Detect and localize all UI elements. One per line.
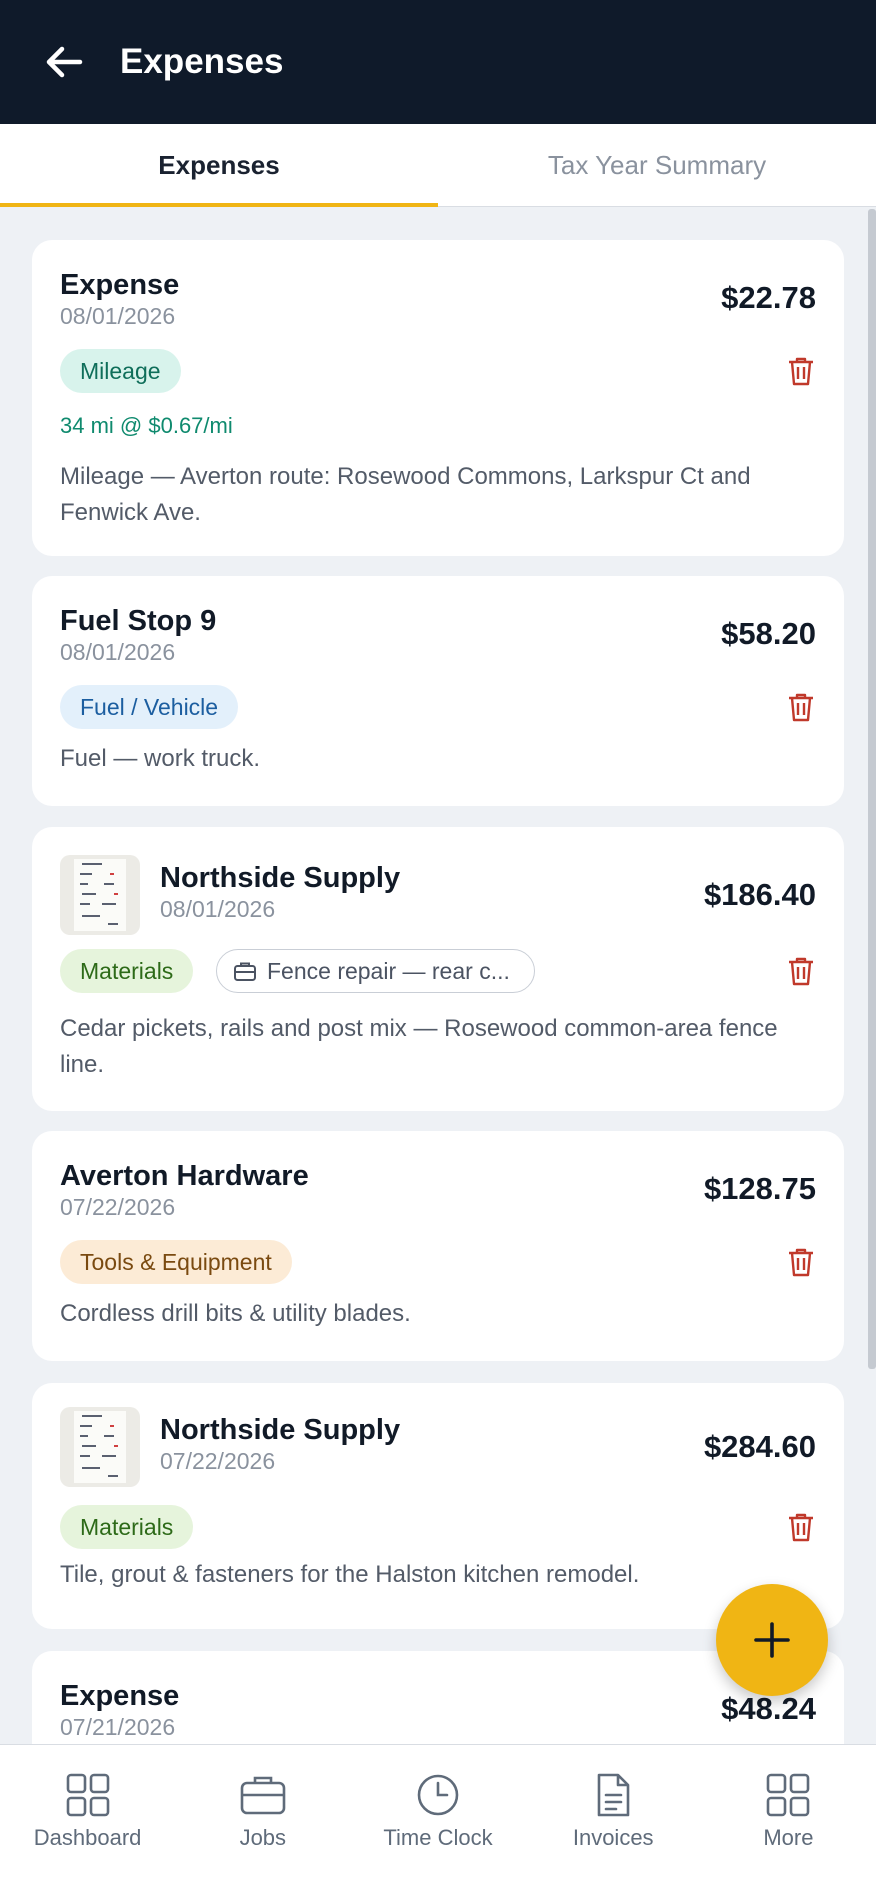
expense-date: 07/21/2026 [60, 1714, 176, 1740]
bottom-navigation: Dashboard Jobs Time Clock Invoices More [0, 1744, 876, 1888]
expense-header: Northside Supply 08/01/2026 [160, 861, 400, 923]
tab-tax-year-summary[interactable]: Tax Year Summary [438, 124, 876, 206]
nav-label: Jobs [239, 1825, 287, 1850]
expense-note: Cordless drill bits & utility blades. [60, 1300, 411, 1327]
expense-date: 07/22/2026 [160, 1448, 276, 1474]
trash-icon[interactable] [786, 691, 816, 723]
expense-header: Northside Supply 07/22/2026 [160, 1413, 400, 1475]
receipt-thumbnail[interactable] [60, 855, 140, 935]
expense-title: Expense [60, 1680, 180, 1712]
nav-label: Invoices [572, 1825, 654, 1850]
category-badge: Materials [60, 949, 194, 993]
expense-amount: $284.60 [703, 1429, 816, 1464]
trash-icon[interactable] [786, 1246, 816, 1278]
expense-title: Expense [60, 269, 180, 301]
expense-header: Fuel Stop 9 08/01/2026 [60, 604, 216, 666]
expense-date: 08/01/2026 [60, 303, 176, 329]
expense-card[interactable]: Northside Supply 07/22/2026 $284.60 Mate… [32, 1383, 844, 1629]
expense-date: 07/22/2026 [60, 1194, 176, 1220]
expense-amount: $186.40 [703, 877, 816, 912]
expense-date: 08/01/2026 [160, 896, 276, 922]
job-link-label: Fence repair — rear c... [267, 957, 510, 984]
category-badge: Fuel / Vehicle [60, 685, 239, 729]
trash-icon[interactable] [786, 355, 816, 387]
receipt-image [74, 859, 126, 931]
nav-label: Time Clock [383, 1825, 493, 1850]
category-badge: Tools & Equipment [60, 1240, 292, 1284]
arrow-left-icon [46, 46, 83, 78]
nav-label: Dashboard [33, 1825, 142, 1850]
clock-icon [417, 1774, 459, 1816]
expense-note: Mileage — Averton route: Rosewood Common… [60, 463, 751, 526]
mileage-detail: 34 mi @ $0.67/mi [60, 413, 233, 438]
job-link-chip[interactable]: Fence repair — rear c... [216, 949, 535, 993]
expense-title: Northside Supply [160, 1414, 401, 1446]
expense-list: Expense 08/01/2026 $22.78 Mileage 34 mi … [0, 207, 876, 1744]
trash-icon[interactable] [786, 1511, 816, 1543]
expense-amount: $58.20 [721, 616, 816, 651]
app-bar: Expenses [0, 0, 876, 124]
nav-more[interactable]: More [701, 1745, 876, 1888]
expense-card[interactable]: Fuel Stop 9 08/01/2026 $58.20 Fuel / Veh… [32, 576, 844, 806]
expense-card[interactable]: Expense 08/01/2026 $22.78 Mileage 34 mi … [32, 240, 844, 556]
expense-title: Fuel Stop 9 [60, 605, 217, 637]
expense-title: Northside Supply [160, 862, 401, 894]
expense-amount: $48.24 [721, 1691, 816, 1726]
expense-amount: $22.78 [721, 280, 816, 315]
nav-label: More [763, 1825, 814, 1850]
category-badge: Mileage [60, 349, 181, 393]
page-title: Expenses [120, 42, 284, 81]
receipt-image [74, 1411, 126, 1483]
briefcase-icon [240, 1776, 286, 1815]
plus-icon [754, 1622, 790, 1658]
back-button[interactable] [36, 34, 92, 90]
receipt-thumbnail[interactable] [60, 1407, 140, 1487]
document-icon [597, 1773, 630, 1817]
nav-time-clock[interactable]: Time Clock [350, 1745, 525, 1888]
nav-invoices[interactable]: Invoices [526, 1745, 701, 1888]
grid-icon [767, 1773, 810, 1817]
trash-icon[interactable] [786, 955, 816, 987]
expense-note: Fuel — work truck. [60, 745, 261, 772]
briefcase-icon [234, 962, 256, 981]
expense-title: Averton Hardware [60, 1160, 309, 1192]
nav-dashboard[interactable]: Dashboard [0, 1745, 175, 1888]
tab-expenses[interactable]: Expenses [0, 124, 438, 207]
nav-jobs[interactable]: Jobs [175, 1745, 350, 1888]
add-expense-button[interactable] [716, 1584, 828, 1696]
expense-date: 08/01/2026 [60, 639, 176, 665]
expense-amount: $128.75 [703, 1171, 816, 1206]
expense-header: Expense 07/21/2026 [60, 1679, 179, 1741]
expense-note: Tile, grout & fasteners for the Halston … [60, 1561, 640, 1588]
grid-icon [66, 1773, 109, 1817]
expense-header: Expense 08/01/2026 [60, 268, 179, 330]
category-badge: Materials [60, 1505, 194, 1549]
expense-note: Cedar pickets, rails and post mix — Rose… [60, 1015, 778, 1078]
tab-bar: Expenses Tax Year Summary [0, 124, 876, 207]
expense-header: Averton Hardware 07/22/2026 [60, 1159, 309, 1221]
expense-card[interactable]: Northside Supply 08/01/2026 $186.40 Mate… [32, 827, 844, 1111]
expense-card[interactable]: Averton Hardware 07/22/2026 $128.75 Tool… [32, 1131, 844, 1361]
